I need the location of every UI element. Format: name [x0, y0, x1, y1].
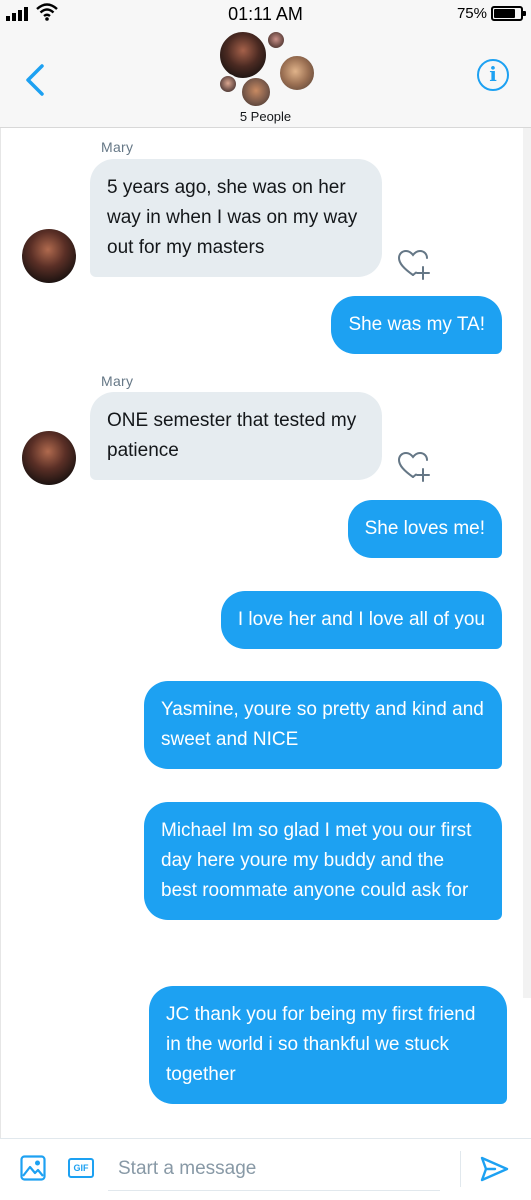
battery-percentage: 75% — [456, 5, 487, 22]
info-icon[interactable]: i — [477, 59, 509, 91]
participant-count: 5 People — [239, 109, 292, 124]
outgoing-message[interactable]: Yasmine, youre so pretty and kind and sw… — [144, 681, 502, 769]
scrollbar[interactable] — [523, 128, 531, 998]
heart-plus-icon[interactable] — [397, 451, 431, 483]
group-avatars[interactable] — [214, 30, 316, 110]
avatar — [278, 54, 316, 92]
outgoing-message[interactable]: JC thank you for being my first friend i… — [149, 986, 507, 1104]
heart-plus-icon[interactable] — [397, 249, 431, 281]
outgoing-message[interactable]: I love her and I love all of you — [220, 591, 502, 649]
outgoing-message[interactable]: Michael Im so glad I met you our first d… — [144, 802, 502, 920]
divider — [460, 1151, 461, 1187]
image-icon[interactable] — [20, 1155, 46, 1181]
sender-name: Mary — [101, 139, 134, 155]
gif-button[interactable]: GIF — [68, 1158, 94, 1178]
avatar — [240, 76, 272, 108]
message-input[interactable] — [108, 1147, 440, 1191]
avatar[interactable] — [22, 229, 76, 283]
sender-name: Mary — [101, 373, 134, 389]
outgoing-message[interactable]: She was my TA! — [331, 296, 502, 354]
outgoing-message[interactable]: She loves me! — [347, 500, 502, 558]
incoming-message[interactable]: 5 years ago, she was on her way in when … — [90, 159, 382, 277]
avatar[interactable] — [22, 431, 76, 485]
message-composer: GIF — [0, 1138, 531, 1200]
chevron-left-icon[interactable] — [20, 60, 52, 100]
avatar — [218, 30, 268, 80]
battery-icon — [491, 6, 526, 21]
avatar — [218, 74, 238, 94]
send-icon[interactable] — [478, 1153, 510, 1185]
avatar — [266, 30, 286, 50]
incoming-message[interactable]: ONE semester that tested my patience — [90, 392, 382, 480]
status-bar: 01:11 AM 75% — [0, 0, 531, 30]
conversation-header: 5 People i — [0, 30, 531, 128]
status-time: 01:11 AM — [228, 4, 303, 24]
